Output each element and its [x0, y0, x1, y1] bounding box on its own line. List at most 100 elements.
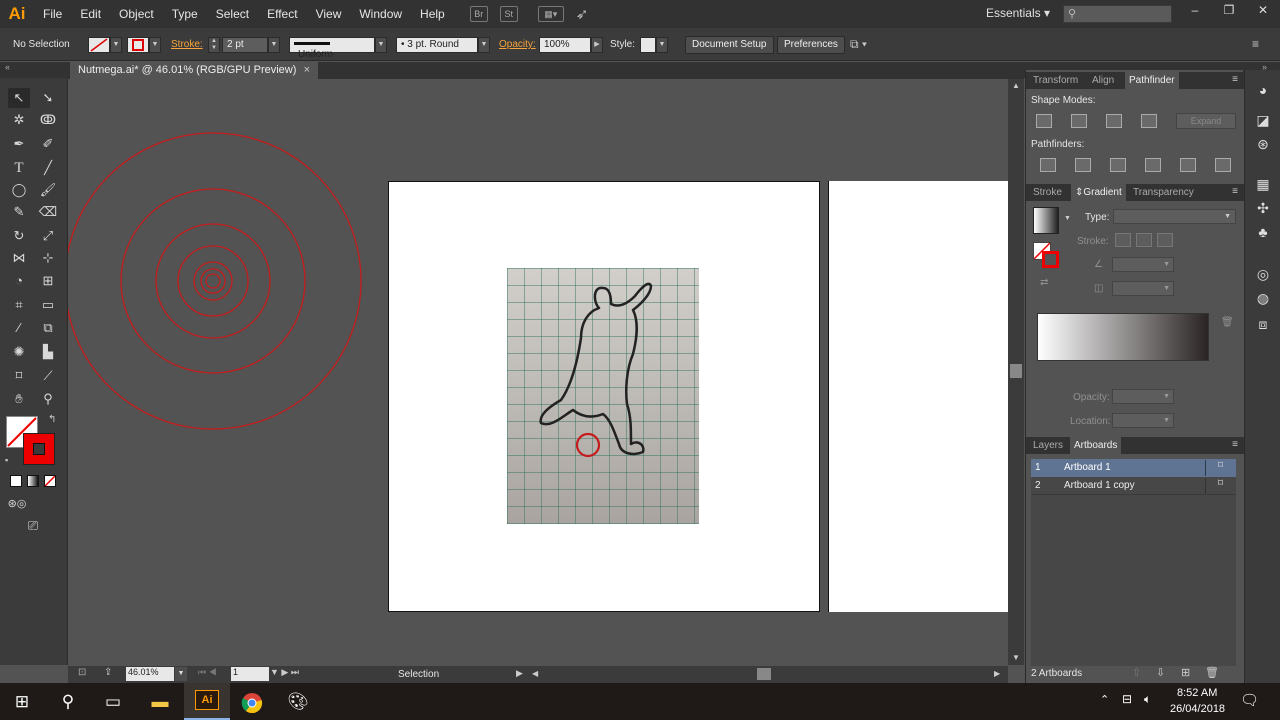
search-input[interactable]: ⚲: [1063, 5, 1172, 23]
menu-file[interactable]: File: [34, 0, 71, 28]
type-tool-icon[interactable]: T: [8, 158, 30, 178]
close-document-icon[interactable]: ×: [304, 64, 310, 76]
hand-tool-icon[interactable]: ✋︎: [8, 389, 30, 409]
taskbar-illustrator-button[interactable]: Ai: [184, 683, 230, 720]
divide-icon[interactable]: [1040, 158, 1056, 172]
workspace-switcher[interactable]: Essentials ▾: [986, 6, 1050, 20]
menu-help[interactable]: Help: [411, 0, 454, 28]
minus-front-icon[interactable]: [1071, 114, 1087, 128]
close-button[interactable]: ✕: [1246, 0, 1280, 20]
unite-icon[interactable]: [1036, 114, 1052, 128]
chrome-icon[interactable]: [230, 683, 274, 720]
stroke-label[interactable]: Stroke:: [171, 39, 203, 50]
clock-time[interactable]: 8:52 AM: [1177, 687, 1217, 699]
column-graph-icon[interactable]: ▙: [37, 342, 59, 362]
none-mode-icon[interactable]: [44, 475, 56, 487]
move-up-icon[interactable]: ⇧: [1132, 666, 1141, 679]
symbols-icon[interactable]: ♣: [1254, 224, 1272, 242]
stroke-along-icon[interactable]: [1136, 233, 1152, 247]
delete-artboard-icon[interactable]: 🗑︎: [1205, 666, 1219, 679]
profile-dropdown[interactable]: ▼: [375, 37, 387, 53]
current-tool-status[interactable]: Selection: [398, 669, 439, 680]
stroke-weight-stepper[interactable]: ▲ ▼: [208, 37, 220, 53]
magic-wand-icon[interactable]: ✲: [8, 110, 30, 130]
tab-gradient[interactable]: ⇕Gradient: [1071, 184, 1126, 201]
tab-layers[interactable]: Layers: [1033, 440, 1063, 451]
document-setup-button[interactable]: Document Setup: [685, 36, 774, 54]
rotate-tool-icon[interactable]: ↻: [8, 226, 30, 246]
eraser-icon[interactable]: ⌫: [37, 202, 59, 222]
taskbar-search-icon[interactable]: ⚲: [46, 683, 90, 720]
paint-icon[interactable]: 🎨︎: [276, 683, 320, 720]
slice-tool-icon[interactable]: ⟋: [37, 366, 59, 386]
fill-dropdown[interactable]: ▼: [110, 37, 122, 53]
menu-edit[interactable]: Edit: [71, 0, 110, 28]
pathfinder-menu-icon[interactable]: ≡: [1232, 74, 1238, 85]
gradient-mode-icon[interactable]: [27, 475, 39, 487]
artboard-tool-icon[interactable]: ⌑: [8, 366, 30, 386]
export-icon[interactable]: ⇪: [104, 667, 112, 678]
line-tool-icon[interactable]: ╱: [37, 158, 59, 178]
menu-effect[interactable]: Effect: [258, 0, 306, 28]
preferences-button[interactable]: Preferences: [777, 36, 845, 54]
gradient-slider[interactable]: [1037, 313, 1209, 361]
scroll-left-icon[interactable]: ◀: [532, 669, 538, 678]
stroke-color-swatch[interactable]: [23, 433, 55, 465]
symbol-sprayer-icon[interactable]: ✺: [8, 342, 30, 362]
cc-libraries-panel-icon[interactable]: ⊛: [1254, 136, 1272, 154]
concentric-circles-artwork[interactable]: [68, 79, 368, 439]
artboard-2[interactable]: [828, 181, 1008, 612]
variable-width-profile[interactable]: Uniform: [289, 37, 375, 60]
style-dropdown[interactable]: ▼: [656, 37, 668, 53]
gradient-menu-icon[interactable]: ≡: [1232, 186, 1238, 197]
mesh-tool-icon[interactable]: ⌗: [8, 295, 30, 315]
tab-transform[interactable]: Transform: [1033, 75, 1078, 86]
file-explorer-icon[interactable]: ▬: [138, 683, 182, 720]
stock-icon[interactable]: St: [499, 6, 518, 22]
fill-swatch[interactable]: [88, 37, 110, 53]
swatches-icon[interactable]: ▦: [1254, 176, 1272, 194]
tab-transparency[interactable]: Transparency: [1133, 187, 1194, 198]
next-artboard-icon[interactable]: ▼ ▶ ⏭: [270, 667, 299, 678]
cc-libraries-icon[interactable]: ⊡: [78, 667, 86, 678]
gpu-performance-icon[interactable]: ➶: [576, 5, 589, 23]
blend-tool-icon[interactable]: ⧉: [37, 318, 59, 338]
exclude-icon[interactable]: [1141, 114, 1157, 128]
intersect-icon[interactable]: [1106, 114, 1122, 128]
move-down-icon[interactable]: ⇩: [1156, 666, 1165, 679]
gradient-tool-icon[interactable]: ▭: [37, 295, 59, 315]
horizontal-scroll-thumb[interactable]: [757, 668, 771, 680]
color-guide-icon[interactable]: ◪: [1254, 112, 1272, 130]
ellipse-tool-icon[interactable]: ◯: [8, 180, 30, 200]
volume-icon[interactable]: 🔈︎: [1144, 692, 1151, 707]
collapse-toolbox-icon[interactable]: «: [5, 62, 10, 72]
angle-input[interactable]: ▼: [1112, 257, 1174, 272]
reverse-gradient-icon[interactable]: ⇄: [1040, 277, 1048, 288]
canvas[interactable]: [68, 79, 1008, 665]
appearance-icon[interactable]: ◎: [1254, 266, 1272, 284]
opacity-input[interactable]: 100%: [539, 37, 591, 53]
artboard-row-1[interactable]: 1 Artboard 1 ⌑: [1031, 459, 1236, 477]
zoom-level-input[interactable]: 46.01%: [126, 667, 174, 681]
minimize-button[interactable]: –: [1178, 0, 1212, 20]
gradient-type-select[interactable]: ▼: [1113, 209, 1236, 224]
panel-menu-icon[interactable]: ≡: [1252, 37, 1259, 51]
menu-type[interactable]: Type: [163, 0, 207, 28]
document-tab[interactable]: Nutmega.ai* @ 46.01% (RGB/GPU Preview) ×: [70, 62, 318, 79]
clock-date[interactable]: 26/04/2018: [1170, 703, 1225, 715]
vertical-scrollbar[interactable]: ▲ ▼: [1008, 79, 1024, 665]
bridge-icon[interactable]: Br: [469, 6, 488, 22]
brush-definition[interactable]: • 3 pt. Round: [396, 37, 478, 53]
paintbrush-icon[interactable]: 🖌︎: [37, 180, 59, 200]
vertical-scroll-thumb[interactable]: [1010, 364, 1022, 378]
scroll-down-icon[interactable]: ▼: [1012, 653, 1020, 662]
stroke-swatch[interactable]: [127, 37, 149, 53]
tab-align[interactable]: Align: [1092, 75, 1114, 86]
curvature-tool-icon[interactable]: ✐: [37, 134, 59, 154]
stroke-weight-dropdown[interactable]: ▼: [268, 37, 280, 53]
horizontal-scrollbar[interactable]: ◀ ▶: [528, 666, 1008, 683]
menu-select[interactable]: Select: [207, 0, 258, 28]
windows-start-icon[interactable]: ⊞: [0, 683, 44, 720]
arrange-icon[interactable]: ⧉ ▾: [850, 37, 867, 52]
pen-tool-icon[interactable]: ✒: [8, 134, 30, 154]
